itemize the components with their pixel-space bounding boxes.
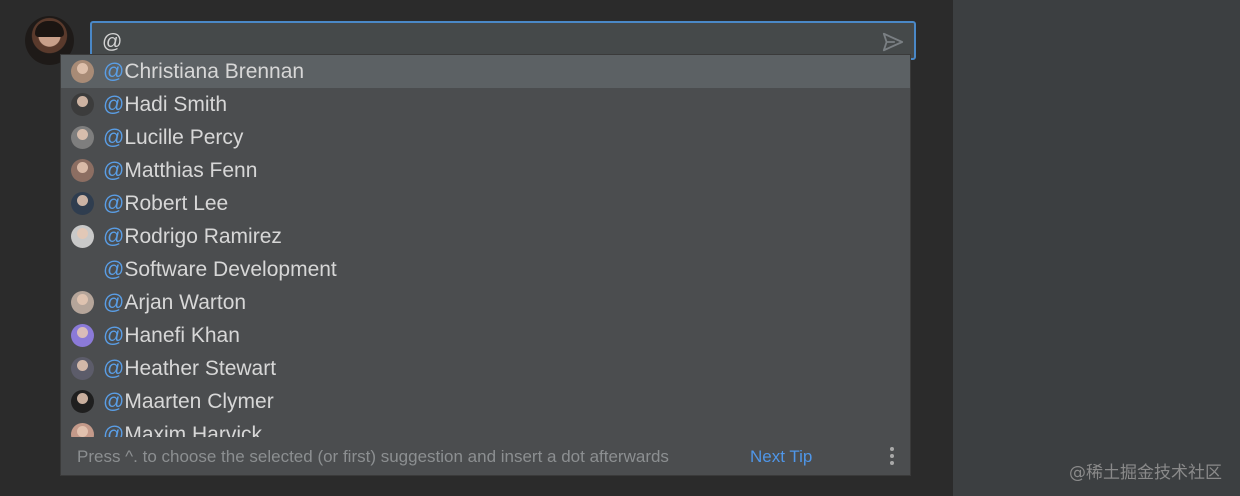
avatar: [71, 324, 94, 347]
avatar: [71, 159, 94, 182]
send-icon[interactable]: [882, 31, 904, 53]
avatar: [71, 390, 94, 413]
avatar: [71, 225, 94, 248]
mention-suggestion-item[interactable]: @Christiana Brennan: [61, 55, 910, 88]
message-input-text: @: [102, 31, 123, 53]
avatar: [71, 93, 94, 116]
mention-suggestion-item[interactable]: @Software Development: [61, 253, 910, 286]
avatar: [71, 357, 94, 380]
mention-name: Rodrigo Ramirez: [124, 225, 282, 248]
mention-name: Software Development: [124, 258, 337, 281]
mention-suggestion-item[interactable]: @Rodrigo Ramirez: [61, 220, 910, 253]
mention-suggestion-item[interactable]: @Maxim Harvick: [61, 418, 910, 438]
mention-suggestion-item[interactable]: @Hadi Smith: [61, 88, 910, 121]
mention-name: Matthias Fenn: [124, 159, 258, 182]
mention-name: Hadi Smith: [124, 93, 228, 116]
avatar: [71, 192, 94, 215]
shortcut-tip: Press ^. to choose the selected (or firs…: [77, 447, 669, 466]
side-panel: [953, 0, 1240, 496]
mention-name: Heather Stewart: [124, 357, 277, 380]
mention-suggestion-item[interactable]: @Heather Stewart: [61, 352, 910, 385]
more-vertical-icon[interactable]: [884, 445, 900, 467]
popup-footer: Press ^. to choose the selected (or firs…: [61, 437, 910, 475]
mention-name: Robert Lee: [124, 192, 229, 215]
avatar: [71, 423, 94, 438]
avatar: [71, 291, 94, 314]
mention-suggestion-item[interactable]: @Arjan Warton: [61, 286, 910, 319]
mention-suggestion-item[interactable]: @Matthias Fenn: [61, 154, 910, 187]
avatar: [71, 126, 94, 149]
mention-suggestion-item[interactable]: @Maarten Clymer: [61, 385, 910, 418]
mention-suggestions-popup: @Christiana Brennan @Hadi Smith @Lucille…: [60, 54, 911, 476]
mention-name: Hanefi Khan: [124, 324, 240, 347]
avatar: [71, 60, 94, 83]
mention-suggestion-item[interactable]: @Lucille Percy: [61, 121, 910, 154]
mention-name: Christiana Brennan: [124, 60, 305, 83]
mention-suggestion-item[interactable]: @Robert Lee: [61, 187, 910, 220]
next-tip-link[interactable]: Next Tip: [750, 447, 812, 467]
mention-name: Arjan Warton: [124, 291, 247, 314]
mention-name: Maxim Harvick: [124, 423, 262, 438]
mention-name: Maarten Clymer: [124, 390, 274, 413]
watermark: @稀土掘金技术社区: [1069, 463, 1222, 483]
mention-suggestion-item[interactable]: @Hanefi Khan: [61, 319, 910, 352]
mention-name: Lucille Percy: [124, 126, 244, 149]
mention-suggestion-list: @Christiana Brennan @Hadi Smith @Lucille…: [61, 55, 910, 438]
